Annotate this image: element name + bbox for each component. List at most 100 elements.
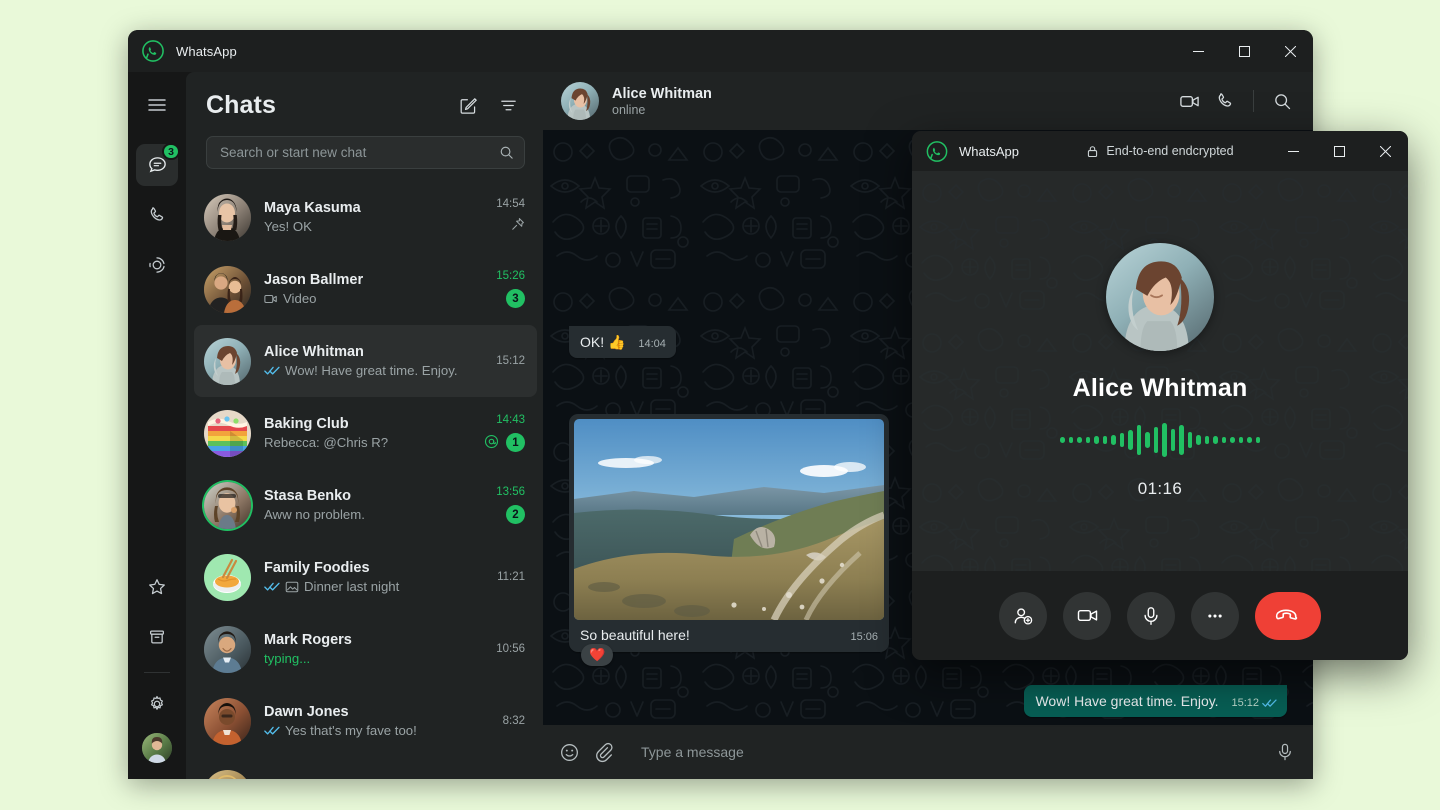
chat-list-item-stasa-benko[interactable]: Stasa Benko Aww no problem. 13:56 2 (194, 469, 537, 541)
chat-list[interactable]: Maya Kasuma Yes! OK 14:54 (186, 179, 543, 779)
ellipsis-icon (1204, 605, 1226, 627)
waveform-bar (1239, 437, 1244, 443)
chat-item-name: Maya Kasuma (264, 200, 483, 216)
maximize-icon (1239, 46, 1250, 57)
waveform-bar (1137, 425, 1142, 455)
add-participant-button[interactable] (999, 592, 1047, 640)
message-row-outgoing-2: Wow! Have great time. Enjoy. 15:12 (569, 685, 1287, 717)
conversation-avatar[interactable] (561, 82, 599, 120)
chat-item-content: Jason Ballmer Video (264, 272, 483, 306)
conversation-actions (1172, 84, 1299, 118)
more-options-button[interactable] (1191, 592, 1239, 640)
window-controls (1175, 30, 1313, 72)
chat-item-time: 8:32 (503, 715, 525, 727)
conversation-contact-status: online (612, 103, 1159, 117)
chat-list-item-maya-kasuma[interactable]: Maya Kasuma Yes! OK 14:54 (194, 181, 537, 253)
toggle-video-button[interactable] (1063, 592, 1111, 640)
waveform-bar (1205, 436, 1210, 444)
chat-item-preview: Aww no problem. (264, 507, 483, 522)
avatar (204, 554, 251, 601)
chat-item-preview-text: Yes that's my fave too! (285, 723, 417, 738)
rail-divider (144, 672, 170, 673)
chat-item-meta: 8:32 (503, 715, 525, 727)
message-photo[interactable] (574, 419, 884, 620)
video-call-button[interactable] (1172, 84, 1206, 118)
sidebar-item-archived[interactable] (136, 616, 178, 658)
waveform-bar (1111, 435, 1116, 445)
call-duration: 01:16 (1138, 479, 1183, 499)
call-close-button[interactable] (1362, 131, 1408, 171)
screen: WhatsApp (0, 0, 1440, 810)
sidebar-item-chats[interactable]: 3 (136, 144, 178, 186)
emoji-button[interactable] (559, 742, 580, 763)
sidebar-item-starred[interactable] (136, 566, 178, 608)
pin-icon (511, 217, 525, 236)
conversation-contact[interactable]: Alice Whitman online (612, 86, 1159, 117)
avatar (204, 194, 251, 241)
chat-item-meta: 13:56 2 (496, 486, 525, 524)
search-in-chat-button[interactable] (1265, 84, 1299, 118)
close-button[interactable] (1267, 30, 1313, 72)
chat-item-time: 11:21 (497, 571, 525, 583)
chat-item-name: Baking Club (264, 416, 471, 432)
message-reaction[interactable]: ❤️ (581, 644, 613, 666)
chat-list-item-mark-rogers[interactable]: Mark Rogers typing... 10:56 (194, 613, 537, 685)
avatar (204, 338, 251, 385)
chat-item-preview-text: Wow! Have great time. Enjoy. (285, 363, 457, 378)
message-input[interactable] (629, 744, 1261, 760)
menu-button[interactable] (136, 84, 178, 126)
maximize-button[interactable] (1221, 30, 1267, 72)
photo-icon (285, 580, 299, 594)
star-icon (147, 577, 167, 597)
message-bubble-image[interactable]: So beautiful here! 15:06 ❤️ (569, 414, 889, 652)
chat-list-pane: Chats (186, 72, 543, 779)
avatar (204, 482, 251, 529)
toggle-mute-button[interactable] (1127, 592, 1175, 640)
waveform-bar (1230, 437, 1235, 443)
chat-item-preview: Wow! Have great time. Enjoy. (264, 363, 483, 378)
call-window-controls (1270, 131, 1408, 171)
chat-list-item-jason-ballmer[interactable]: Jason Ballmer Video (194, 253, 537, 325)
end-call-button[interactable] (1255, 592, 1321, 640)
navigation-rail: 3 (128, 72, 186, 779)
call-maximize-button[interactable] (1316, 131, 1362, 171)
attach-button[interactable] (594, 742, 615, 763)
emoji-smiley-icon (559, 742, 580, 763)
voice-message-button[interactable] (1275, 742, 1295, 762)
chat-list-item-dawn-jones[interactable]: Dawn Jones Yes that's my fave too! (194, 685, 537, 757)
chat-item-name: Jason Ballmer (264, 272, 483, 288)
chat-list-item-alice-whitman[interactable]: Alice Whitman Wow! Have great time. Enjo… (194, 325, 537, 397)
call-stage: Alice Whitman 01:16 (912, 171, 1408, 571)
waveform-bar (1077, 437, 1082, 443)
waveform-bar (1086, 437, 1091, 443)
sidebar-item-settings[interactable] (136, 683, 178, 725)
message-bubble-outgoing-last[interactable]: Wow! Have great time. Enjoy. 15:12 (1024, 685, 1287, 717)
search-box[interactable] (206, 136, 525, 169)
chat-list-item-baking-club[interactable]: Baking Club Rebecca: @Chris R? 14:43 (194, 397, 537, 469)
sidebar-item-calls[interactable] (136, 194, 178, 236)
chat-item-preview: Dinner last night (264, 579, 484, 594)
filter-chats-button[interactable] (491, 88, 525, 122)
chat-item-meta: 11:21 (497, 571, 525, 583)
filter-icon (499, 96, 518, 115)
waveform-bar (1171, 429, 1176, 451)
search-input[interactable] (220, 145, 499, 160)
avatar (204, 770, 251, 780)
conversation-contact-name: Alice Whitman (612, 86, 1159, 102)
chat-list-header: Chats (186, 72, 543, 128)
maximize-icon (1334, 146, 1345, 157)
message-bubble-incoming-ok[interactable]: OK! 👍 14:04 (569, 326, 676, 358)
waveform-bar (1247, 437, 1252, 443)
chat-list-item-ziggy-woodley[interactable]: Ziggy Woodley 8:12 (194, 757, 537, 779)
read-receipt-icon (1262, 698, 1277, 708)
call-minimize-button[interactable] (1270, 131, 1316, 171)
voice-call-button[interactable] (1208, 84, 1242, 118)
sidebar-item-status[interactable] (136, 244, 178, 286)
hang-up-icon (1275, 603, 1301, 629)
avatar (204, 698, 251, 745)
new-chat-button[interactable] (451, 88, 485, 122)
new-chat-icon (459, 96, 478, 115)
minimize-button[interactable] (1175, 30, 1221, 72)
chat-list-item-family-foodies[interactable]: Family Foodies (194, 541, 537, 613)
profile-avatar[interactable] (142, 733, 172, 763)
